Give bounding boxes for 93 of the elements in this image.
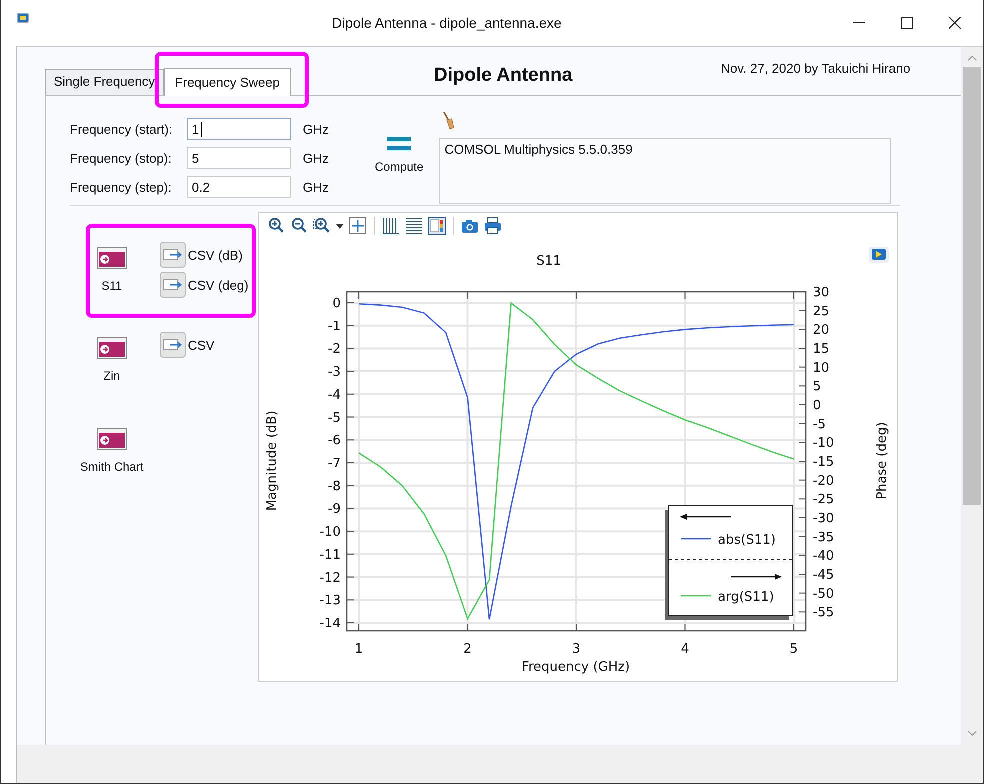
field-label: Frequency (start): bbox=[70, 122, 174, 136]
tick-label: -8 bbox=[328, 479, 341, 494]
tick-label: -55 bbox=[813, 606, 834, 621]
export-button[interactable]: CSV bbox=[160, 332, 215, 358]
unit-label: GHz bbox=[303, 150, 329, 166]
unit-label: GHz bbox=[303, 122, 329, 136]
right-arrow-icon bbox=[731, 574, 782, 580]
tick-label: -45 bbox=[813, 568, 834, 583]
maximize-icon[interactable] bbox=[901, 17, 913, 29]
tick-label: -20 bbox=[813, 474, 834, 489]
tick-label: 0 bbox=[813, 398, 822, 414]
tick-label: -5 bbox=[813, 417, 826, 432]
tick-label: 1 bbox=[354, 642, 364, 657]
tick-label: -14 bbox=[320, 616, 341, 632]
printer-icon[interactable] bbox=[484, 217, 502, 235]
tick-label: -40 bbox=[813, 549, 834, 564]
chart-title: S11 bbox=[536, 254, 562, 269]
plot-button[interactable]: Smith Chart bbox=[80, 428, 144, 480]
axis-title: Phase (deg) bbox=[875, 422, 890, 500]
tab[interactable]: Frequency Sweep bbox=[164, 68, 291, 96]
tick-label: -3 bbox=[328, 365, 341, 380]
plot-button[interactable]: Zin bbox=[97, 337, 127, 389]
scrollbar[interactable] bbox=[961, 47, 983, 745]
export-button[interactable]: CSV (deg) bbox=[160, 272, 249, 298]
axis-title: Magnitude (dB) bbox=[265, 410, 280, 512]
tick-label: 15 bbox=[813, 342, 830, 357]
legend-label: arg(S11) bbox=[718, 590, 774, 605]
zoom-out-icon[interactable] bbox=[290, 217, 308, 235]
tick-label: 5 bbox=[790, 642, 798, 657]
plot-icon bbox=[96, 428, 127, 450]
vertical-grid-icon[interactable] bbox=[382, 217, 400, 235]
plot-icon bbox=[97, 247, 127, 269]
app-icon bbox=[17, 13, 29, 23]
left-arrow-icon bbox=[680, 514, 731, 520]
zoom-box-icon[interactable] bbox=[313, 217, 331, 235]
tick-label: 10 bbox=[813, 360, 830, 376]
tick-label: -50 bbox=[813, 586, 834, 602]
field-label: Frequency (step): bbox=[70, 180, 173, 194]
tick-label: -11 bbox=[320, 548, 341, 563]
tick-label: -7 bbox=[328, 456, 341, 472]
tick-label: 30 bbox=[813, 286, 830, 300]
minimize-icon[interactable] bbox=[853, 22, 865, 24]
tick-label: 3 bbox=[572, 642, 581, 657]
colorbar-icon[interactable] bbox=[428, 217, 446, 235]
export-image-icon[interactable] bbox=[869, 247, 889, 263]
horizontal-grid-icon[interactable] bbox=[405, 217, 423, 235]
zoom-in-icon[interactable] bbox=[267, 217, 285, 235]
credit-text: Nov. 27, 2020 by Takuichi Hirano bbox=[721, 61, 911, 76]
tick-label: -6 bbox=[328, 434, 341, 449]
tick-label: -30 bbox=[813, 512, 834, 526]
tick-label: -13 bbox=[320, 594, 341, 609]
tab[interactable]: Single Frequency bbox=[45, 69, 164, 95]
input-field[interactable]: 5 bbox=[187, 147, 291, 169]
zoom-extents-icon[interactable] bbox=[349, 217, 367, 235]
tick-label: 2 bbox=[464, 642, 472, 657]
tick-label: -9 bbox=[328, 502, 341, 518]
tick-label: -4 bbox=[328, 388, 341, 403]
equals-icon bbox=[387, 136, 412, 152]
tick-label: -10 bbox=[813, 436, 834, 452]
unit-label: GHz bbox=[303, 180, 329, 194]
field-label: Frequency (stop): bbox=[70, 150, 173, 166]
app-heading: Dipole Antenna bbox=[434, 65, 573, 87]
export-icon bbox=[160, 242, 186, 268]
tick-label: -25 bbox=[813, 492, 834, 508]
tick-label: -10 bbox=[320, 525, 341, 540]
tick-label: 0 bbox=[332, 296, 341, 312]
log-text: COMSOL Multiphysics 5.5.0.359 bbox=[438, 138, 891, 204]
plot-button[interactable]: S11 bbox=[97, 247, 127, 299]
camera-icon[interactable] bbox=[461, 217, 479, 235]
broom-icon[interactable] bbox=[442, 112, 455, 130]
tick-label: 4 bbox=[681, 642, 690, 657]
tick-label: -2 bbox=[328, 342, 341, 358]
tick-label: 25 bbox=[813, 304, 830, 320]
export-icon bbox=[160, 272, 186, 298]
compute-button[interactable]: Compute bbox=[375, 136, 424, 174]
tick-label: 5 bbox=[813, 380, 822, 395]
input-field[interactable]: 0.2 bbox=[187, 176, 291, 198]
tick-label: -1 bbox=[328, 319, 341, 334]
tick-label: -35 bbox=[813, 530, 834, 546]
close-icon[interactable] bbox=[949, 17, 961, 29]
tick-label: -15 bbox=[813, 455, 834, 470]
scroll-thumb[interactable] bbox=[963, 67, 981, 505]
plot-icon bbox=[97, 337, 127, 359]
tick-label: -5 bbox=[328, 410, 341, 426]
window-title: Dipole Antenna - dipole_antenna.exe bbox=[331, 15, 563, 31]
legend-label: abs(S11) bbox=[718, 533, 776, 548]
tick-label: -12 bbox=[320, 570, 341, 586]
export-button[interactable]: CSV (dB) bbox=[160, 242, 249, 268]
input-field[interactable]: 1 bbox=[187, 118, 291, 140]
axis-title: Frequency (GHz) bbox=[522, 660, 630, 675]
tick-label: 20 bbox=[813, 323, 830, 338]
export-icon bbox=[160, 332, 186, 358]
caret-icon[interactable] bbox=[336, 224, 344, 228]
